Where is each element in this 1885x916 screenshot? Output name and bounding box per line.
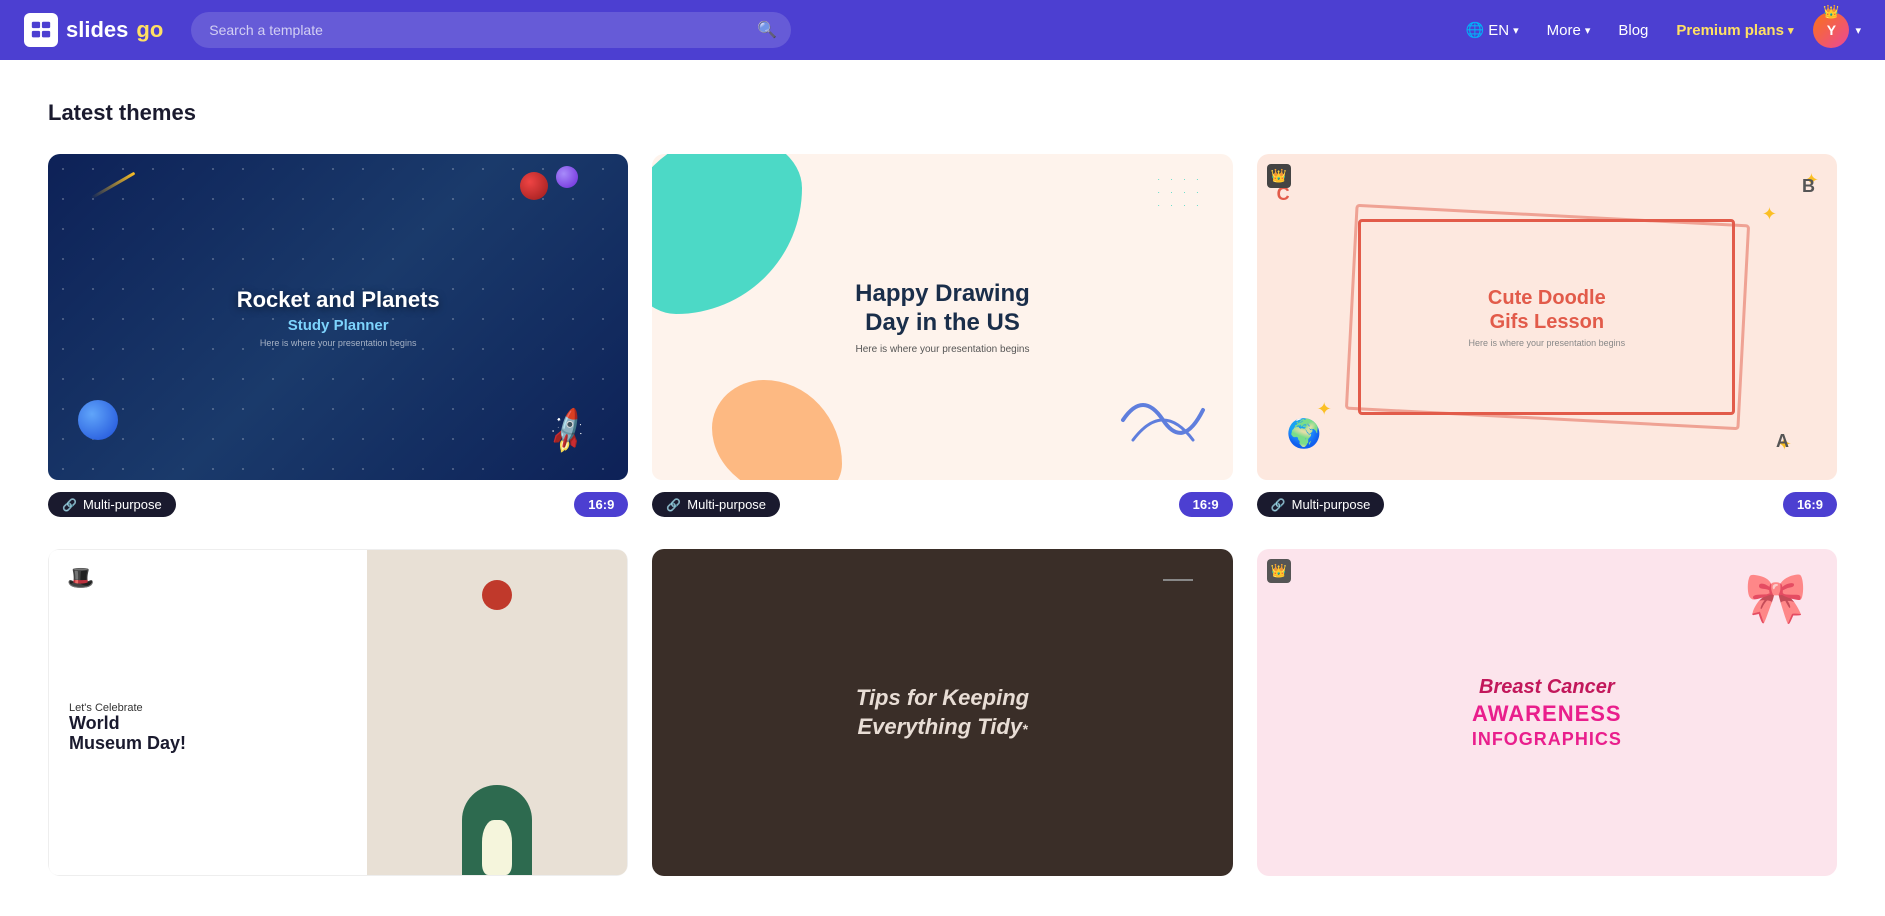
museum-left-panel: 🎩 Let's Celebrate WorldMuseum Day!: [49, 550, 367, 874]
theme-card-cute-doodle[interactable]: 👑 ✦ ✦ ✦ ✦ C 🌍 B A Cute DoodleGifs Lesson…: [1257, 154, 1837, 517]
cancer-title-2: AWARENESS: [1472, 701, 1622, 727]
theme-card-rocket-planets[interactable]: 🚀 Rocket and Planets Study Planner Here …: [48, 154, 628, 517]
crown-badge-icon: 👑: [1823, 4, 1839, 20]
star-icon-2: ✦: [1762, 204, 1777, 225]
museum-circle-decoration: [482, 580, 512, 610]
cancer-title-1: Breast Cancer: [1479, 676, 1615, 699]
tidy-line-decoration: [1163, 579, 1193, 581]
museum-text-world: WorldMuseum Day!: [69, 714, 347, 754]
logo-icon: [24, 13, 58, 47]
avatar[interactable]: 👑 Y: [1813, 12, 1849, 48]
lang-chevron-icon: ▾: [1513, 24, 1519, 37]
card-title-tidy: Tips for KeepingEverything Tidy*: [826, 684, 1059, 741]
ratio-badge-rocket: 16:9: [574, 492, 628, 517]
blob-orange-icon: [712, 380, 842, 480]
squiggle-decoration: [1113, 380, 1213, 460]
logo-slides-text: slides: [66, 17, 128, 43]
header: slides go 🔍 🌐 EN ▾ More ▾ Blog Premium pl…: [0, 0, 1885, 60]
premium-chevron-icon: ▾: [1788, 24, 1794, 37]
letter-b-decoration: B: [1802, 176, 1815, 197]
tag-label-doodle: Multi-purpose: [1292, 497, 1371, 512]
museum-right-panel: [367, 550, 627, 874]
blog-label: Blog: [1618, 22, 1648, 39]
theme-card-tips-tidy[interactable]: Tips for KeepingEverything Tidy*: [652, 549, 1232, 875]
search-bar: 🔍: [191, 12, 791, 48]
nav: 🌐 EN ▾ More ▾ Blog Premium plans ▾ 👑 Y ▾: [1454, 12, 1861, 48]
theme-thumbnail-tidy: Tips for KeepingEverything Tidy*: [652, 549, 1232, 875]
tag-badge-doodle: 🔗 Multi-purpose: [1257, 492, 1385, 517]
theme-card-museum-day[interactable]: 🎩 Let's Celebrate WorldMuseum Day!: [48, 549, 628, 875]
premium-crown-cancer-icon: 👑: [1267, 559, 1291, 583]
theme-meta-doodle: 🔗 Multi-purpose 16:9: [1257, 492, 1837, 517]
link-icon-3: 🔗: [1271, 498, 1286, 512]
tag-label-rocket: Multi-purpose: [83, 497, 162, 512]
blob-teal-icon: [652, 154, 802, 314]
globe-icon: 🌐: [1466, 21, 1485, 39]
logo-go-text: go: [136, 17, 163, 43]
more-chevron-icon: ▾: [1585, 24, 1591, 37]
theme-thumbnail-museum: 🎩 Let's Celebrate WorldMuseum Day!: [48, 549, 628, 875]
themes-row-1: 🚀 Rocket and Planets Study Planner Here …: [48, 154, 1837, 517]
theme-meta-rocket: 🔗 Multi-purpose 16:9: [48, 492, 628, 517]
theme-thumbnail-doodle: 👑 ✦ ✦ ✦ ✦ C 🌍 B A Cute DoodleGifs Lesson…: [1257, 154, 1837, 480]
theme-meta-drawing: 🔗 Multi-purpose 16:9: [652, 492, 1232, 517]
card-desc-doodle: Here is where your presentation begins: [1469, 338, 1626, 348]
premium-button[interactable]: Premium plans ▾: [1664, 14, 1805, 47]
avatar-chevron-icon[interactable]: ▾: [1855, 24, 1861, 37]
premium-label: Premium plans: [1676, 22, 1784, 39]
search-icon[interactable]: 🔍: [757, 20, 777, 40]
lang-button[interactable]: 🌐 EN ▾: [1454, 13, 1531, 47]
ribbon-icon: 🎀: [1745, 569, 1807, 628]
themes-row-2: 🎩 Let's Celebrate WorldMuseum Day! Tips …: [48, 549, 1837, 875]
card-title-drawing: Happy DrawingDay in the US: [855, 280, 1030, 338]
card-title-doodle: Cute DoodleGifs Lesson: [1469, 286, 1626, 334]
theme-card-happy-drawing[interactable]: · · · ·· · · ·· · · · Happy DrawingDay i…: [652, 154, 1232, 517]
hat-icon: 🎩: [67, 565, 94, 591]
lang-label: EN: [1488, 22, 1509, 39]
section-title: Latest themes: [48, 100, 1837, 126]
theme-thumbnail-drawing: · · · ·· · · ·· · · · Happy DrawingDay i…: [652, 154, 1232, 480]
logo[interactable]: slides go: [24, 13, 163, 47]
more-label: More: [1547, 22, 1581, 39]
cancer-text-block: Breast Cancer AWARENESS INFOGRAPHICS: [1472, 676, 1622, 750]
tag-label-drawing: Multi-purpose: [687, 497, 766, 512]
card-desc-rocket: Here is where your presentation begins: [260, 338, 417, 348]
globe-decoration-icon: 🌍: [1287, 417, 1322, 450]
main-content: Latest themes 🚀 Rocket and Planets Study…: [0, 60, 1885, 916]
tag-badge-drawing: 🔗 Multi-purpose: [652, 492, 780, 517]
ratio-badge-drawing: 16:9: [1179, 492, 1233, 517]
theme-card-breast-cancer[interactable]: 👑 🎀 Breast Cancer AWARENESS INFOGRAPHICS: [1257, 549, 1837, 875]
museum-vase-decoration: [482, 820, 512, 875]
dots-decoration: · · · ·· · · ·· · · ·: [1157, 174, 1202, 212]
theme-thumbnail-cancer: 👑 🎀 Breast Cancer AWARENESS INFOGRAPHICS: [1257, 549, 1837, 875]
theme-thumbnail-rocket: 🚀 Rocket and Planets Study Planner Here …: [48, 154, 628, 480]
link-icon: 🔗: [62, 498, 77, 512]
link-icon-2: 🔗: [666, 498, 681, 512]
card-title-rocket: Rocket and Planets: [237, 287, 440, 313]
blog-button[interactable]: Blog: [1606, 14, 1660, 47]
ratio-badge-doodle: 16:9: [1783, 492, 1837, 517]
asterisk-decoration: *: [1022, 721, 1027, 737]
avatar-initial: Y: [1827, 22, 1836, 38]
search-input[interactable]: [191, 12, 791, 48]
more-button[interactable]: More ▾: [1535, 14, 1603, 47]
letter-a-decoration: A: [1776, 431, 1789, 452]
card-desc-drawing: Here is where your presentation begins: [855, 344, 1030, 355]
card-subtitle-rocket: Study Planner: [288, 317, 389, 334]
avatar-area: 👑 Y ▾: [1809, 12, 1861, 48]
cancer-title-3: INFOGRAPHICS: [1472, 729, 1622, 750]
premium-crown-icon: 👑: [1267, 164, 1291, 188]
tag-badge-rocket: 🔗 Multi-purpose: [48, 492, 176, 517]
